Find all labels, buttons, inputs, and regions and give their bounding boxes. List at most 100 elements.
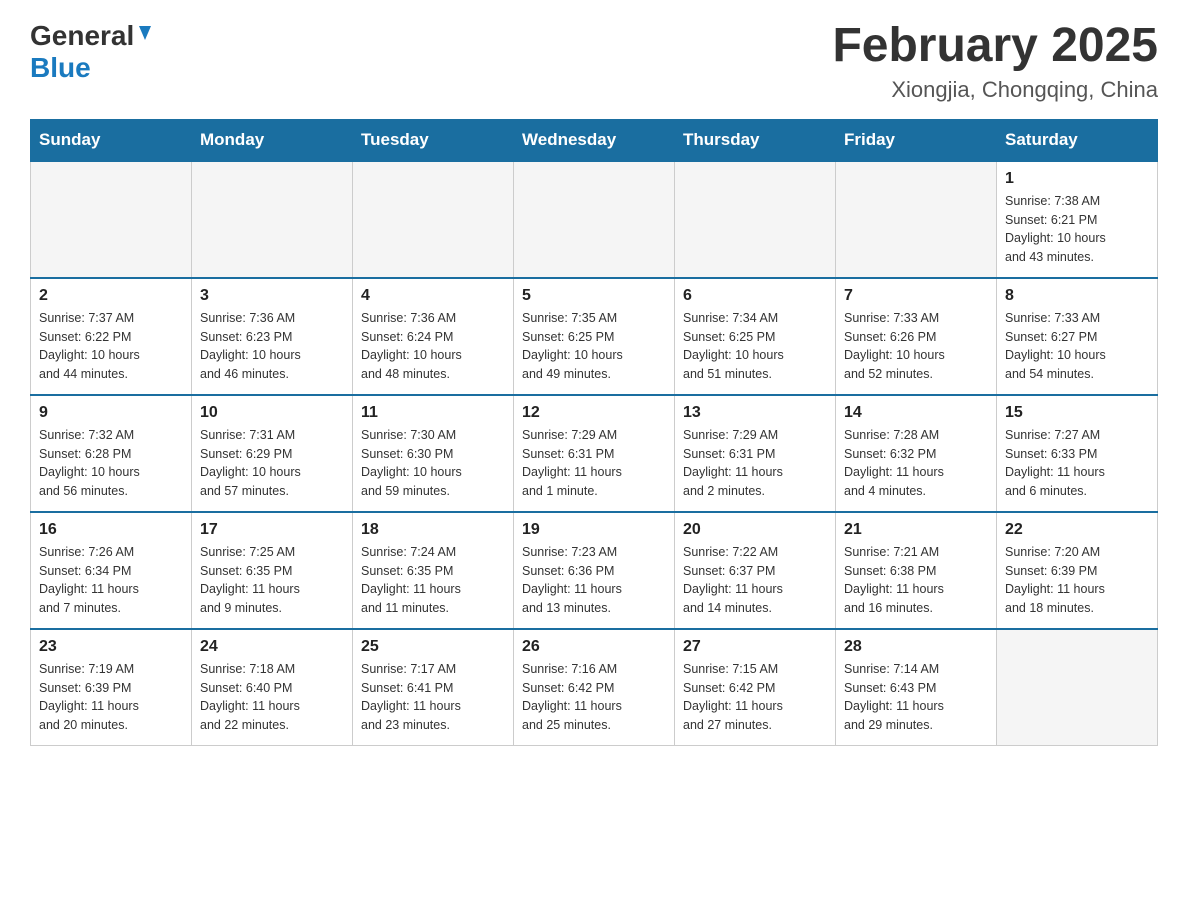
day-info-text: Sunrise: 7:19 AM Sunset: 6:39 PM Dayligh… [39,660,183,735]
day-info-text: Sunrise: 7:20 AM Sunset: 6:39 PM Dayligh… [1005,543,1149,618]
day-number: 19 [522,521,666,539]
calendar-day-cell: 27 Sunrise: 7:15 AM Sunset: 6:42 PM Dayli… [675,629,836,746]
calendar-day-cell: 20 Sunrise: 7:22 AM Sunset: 6:37 PM Dayli… [675,512,836,629]
day-of-week-header: Friday [836,119,997,161]
day-number: 5 [522,287,666,305]
day-info-text: Sunrise: 7:33 AM Sunset: 6:26 PM Dayligh… [844,309,988,384]
title-block: February 2025 Xiongjia, Chongqing, China [832,20,1158,103]
day-number: 9 [39,404,183,422]
day-of-week-header: Wednesday [514,119,675,161]
calendar-day-cell: 2Sunrise: 7:37 AM Sunset: 6:22 PM Daylig… [31,278,192,395]
day-info-text: Sunrise: 7:34 AM Sunset: 6:25 PM Dayligh… [683,309,827,384]
calendar-week-row: 1 Sunrise: 7:38 AM Sunset: 6:21 PM Daylig… [31,161,1158,278]
calendar-day-cell: 4 Sunrise: 7:36 AM Sunset: 6:24 PM Daylig… [353,278,514,395]
calendar-day-cell: 5 Sunrise: 7:35 AM Sunset: 6:25 PM Daylig… [514,278,675,395]
calendar-day-cell: 7Sunrise: 7:33 AM Sunset: 6:26 PM Daylig… [836,278,997,395]
calendar-day-cell [836,161,997,278]
calendar-day-cell: 28 Sunrise: 7:14 AM Sunset: 6:43 PM Dayli… [836,629,997,746]
day-number: 1 [1005,170,1149,188]
day-number: 11 [361,404,505,422]
day-number: 20 [683,521,827,539]
day-number: 23 [39,638,183,656]
day-info-text: Sunrise: 7:24 AM Sunset: 6:35 PM Dayligh… [361,543,505,618]
day-info-text: Sunrise: 7:35 AM Sunset: 6:25 PM Dayligh… [522,309,666,384]
day-info-text: Sunrise: 7:29 AM Sunset: 6:31 PM Dayligh… [683,426,827,501]
calendar-week-row: 16Sunrise: 7:26 AM Sunset: 6:34 PM Dayli… [31,512,1158,629]
day-number: 24 [200,638,344,656]
calendar-day-cell: 9 Sunrise: 7:32 AM Sunset: 6:28 PM Daylig… [31,395,192,512]
calendar-week-row: 9 Sunrise: 7:32 AM Sunset: 6:28 PM Daylig… [31,395,1158,512]
day-number: 21 [844,521,988,539]
day-info-text: Sunrise: 7:29 AM Sunset: 6:31 PM Dayligh… [522,426,666,501]
calendar-day-cell [675,161,836,278]
calendar-day-cell: 15 Sunrise: 7:27 AM Sunset: 6:33 PM Dayli… [997,395,1158,512]
page-header: General Blue February 2025 Xiongjia, Cho… [30,20,1158,103]
day-number: 27 [683,638,827,656]
calendar-day-cell: 13 Sunrise: 7:29 AM Sunset: 6:31 PM Dayli… [675,395,836,512]
calendar-day-cell: 24 Sunrise: 7:18 AM Sunset: 6:40 PM Dayli… [192,629,353,746]
day-info-text: Sunrise: 7:28 AM Sunset: 6:32 PM Dayligh… [844,426,988,501]
day-info-text: Sunrise: 7:33 AM Sunset: 6:27 PM Dayligh… [1005,309,1149,384]
calendar-day-cell [997,629,1158,746]
calendar-title: February 2025 [832,20,1158,73]
day-info-text: Sunrise: 7:25 AM Sunset: 6:35 PM Dayligh… [200,543,344,618]
calendar-week-row: 2Sunrise: 7:37 AM Sunset: 6:22 PM Daylig… [31,278,1158,395]
day-of-week-header: Thursday [675,119,836,161]
day-number: 6 [683,287,827,305]
calendar-day-cell: 21 Sunrise: 7:21 AM Sunset: 6:38 PM Dayli… [836,512,997,629]
day-info-text: Sunrise: 7:31 AM Sunset: 6:29 PM Dayligh… [200,426,344,501]
calendar-day-cell: 22 Sunrise: 7:20 AM Sunset: 6:39 PM Dayli… [997,512,1158,629]
day-number: 12 [522,404,666,422]
day-number: 22 [1005,521,1149,539]
day-info-text: Sunrise: 7:30 AM Sunset: 6:30 PM Dayligh… [361,426,505,501]
day-number: 15 [1005,404,1149,422]
day-number: 17 [200,521,344,539]
day-of-week-header: Tuesday [353,119,514,161]
calendar-day-cell: 11 Sunrise: 7:30 AM Sunset: 6:30 PM Dayli… [353,395,514,512]
day-number: 8 [1005,287,1149,305]
calendar-day-cell: 23 Sunrise: 7:19 AM Sunset: 6:39 PM Dayli… [31,629,192,746]
calendar-day-cell: 6 Sunrise: 7:34 AM Sunset: 6:25 PM Daylig… [675,278,836,395]
day-info-text: Sunrise: 7:23 AM Sunset: 6:36 PM Dayligh… [522,543,666,618]
day-number: 14 [844,404,988,422]
day-of-week-header: Monday [192,119,353,161]
day-info-text: Sunrise: 7:32 AM Sunset: 6:28 PM Dayligh… [39,426,183,501]
logo-triangle-icon [136,24,154,47]
day-info-text: Sunrise: 7:36 AM Sunset: 6:23 PM Dayligh… [200,309,344,384]
calendar-subtitle: Xiongjia, Chongqing, China [832,77,1158,103]
day-info-text: Sunrise: 7:22 AM Sunset: 6:37 PM Dayligh… [683,543,827,618]
calendar-week-row: 23 Sunrise: 7:19 AM Sunset: 6:39 PM Dayli… [31,629,1158,746]
calendar-day-cell: 17 Sunrise: 7:25 AM Sunset: 6:35 PM Dayli… [192,512,353,629]
calendar-day-cell: 8 Sunrise: 7:33 AM Sunset: 6:27 PM Daylig… [997,278,1158,395]
day-number: 18 [361,521,505,539]
day-info-text: Sunrise: 7:37 AM Sunset: 6:22 PM Dayligh… [39,309,183,384]
calendar-day-cell [192,161,353,278]
day-info-text: Sunrise: 7:18 AM Sunset: 6:40 PM Dayligh… [200,660,344,735]
day-number: 25 [361,638,505,656]
calendar-day-cell: 12 Sunrise: 7:29 AM Sunset: 6:31 PM Dayli… [514,395,675,512]
calendar-day-cell: 1 Sunrise: 7:38 AM Sunset: 6:21 PM Daylig… [997,161,1158,278]
day-info-text: Sunrise: 7:21 AM Sunset: 6:38 PM Dayligh… [844,543,988,618]
calendar-table: SundayMondayTuesdayWednesdayThursdayFrid… [30,119,1158,746]
day-of-week-header: Saturday [997,119,1158,161]
calendar-day-cell [514,161,675,278]
day-info-text: Sunrise: 7:38 AM Sunset: 6:21 PM Dayligh… [1005,192,1149,267]
day-info-text: Sunrise: 7:14 AM Sunset: 6:43 PM Dayligh… [844,660,988,735]
day-number: 10 [200,404,344,422]
day-number: 28 [844,638,988,656]
calendar-day-cell: 14 Sunrise: 7:28 AM Sunset: 6:32 PM Dayli… [836,395,997,512]
calendar-day-cell: 26Sunrise: 7:16 AM Sunset: 6:42 PM Dayli… [514,629,675,746]
calendar-header-row: SundayMondayTuesdayWednesdayThursdayFrid… [31,119,1158,161]
day-info-text: Sunrise: 7:15 AM Sunset: 6:42 PM Dayligh… [683,660,827,735]
calendar-day-cell: 3Sunrise: 7:36 AM Sunset: 6:23 PM Daylig… [192,278,353,395]
calendar-day-cell: 25Sunrise: 7:17 AM Sunset: 6:41 PM Dayli… [353,629,514,746]
day-info-text: Sunrise: 7:27 AM Sunset: 6:33 PM Dayligh… [1005,426,1149,501]
calendar-day-cell [353,161,514,278]
day-of-week-header: Sunday [31,119,192,161]
day-info-text: Sunrise: 7:36 AM Sunset: 6:24 PM Dayligh… [361,309,505,384]
day-info-text: Sunrise: 7:26 AM Sunset: 6:34 PM Dayligh… [39,543,183,618]
calendar-day-cell: 10 Sunrise: 7:31 AM Sunset: 6:29 PM Dayli… [192,395,353,512]
day-number: 13 [683,404,827,422]
logo-blue-text: Blue [30,52,91,83]
day-number: 4 [361,287,505,305]
